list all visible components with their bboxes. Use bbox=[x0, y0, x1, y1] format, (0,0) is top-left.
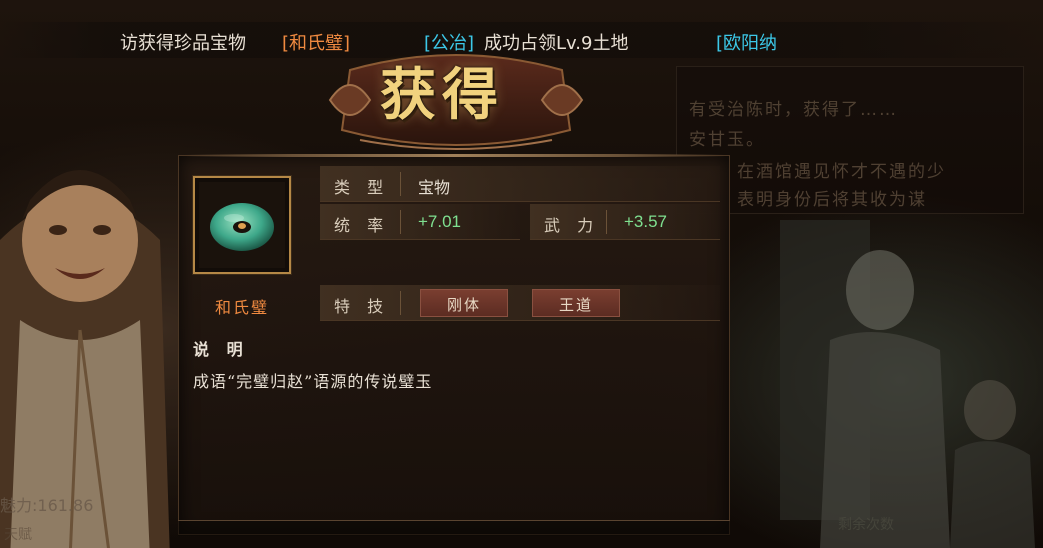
skill-badge[interactable]: 刚体 bbox=[420, 289, 508, 317]
jade-disc-icon bbox=[199, 182, 285, 268]
marquee-player-name: [欧阳纳 bbox=[716, 33, 778, 54]
reward-title: 获得 bbox=[380, 62, 504, 128]
force-label: 武 力 bbox=[544, 216, 600, 235]
soldier-character-figure bbox=[780, 220, 1035, 548]
description-text: 成语“完璧归赵”语源的传说璧玉 bbox=[193, 372, 433, 391]
advisor-character-portrait bbox=[0, 170, 170, 548]
force-value: +3.57 bbox=[624, 212, 668, 231]
item-icon-frame[interactable] bbox=[193, 176, 291, 274]
attribute-row-force: 武 力 +3.57 bbox=[530, 204, 720, 240]
background-dialog-line: 有受治陈时，获得了…… bbox=[689, 100, 898, 120]
command-value: +7.01 bbox=[418, 212, 462, 231]
background-dialog-line: 安甘玉。 bbox=[689, 130, 765, 150]
attribute-row-skills: 特 技 刚体 王道 bbox=[320, 285, 720, 321]
background-talent-label: 天赋 bbox=[4, 527, 32, 543]
marquee-text: 访获得珍品宝物 bbox=[120, 33, 246, 54]
background-remaining-count: 剩余次数 bbox=[838, 517, 894, 533]
type-label: 类 型 bbox=[334, 178, 390, 197]
attribute-row-command: 统 率 +7.01 bbox=[320, 204, 520, 240]
background-dialog-line: 表明身份后将其收为谋 bbox=[737, 190, 927, 210]
skill-badge[interactable]: 王道 bbox=[532, 289, 620, 317]
type-value: 宝物 bbox=[418, 178, 451, 197]
command-label: 统 率 bbox=[334, 216, 390, 235]
attribute-row-type: 类 型 宝物 bbox=[320, 166, 720, 202]
item-name-label: 和氏璧 bbox=[214, 298, 269, 317]
description-heading: 说 明 bbox=[193, 340, 249, 359]
skill-label: 特 技 bbox=[334, 297, 390, 316]
panel-bottom-edge bbox=[178, 520, 730, 536]
background-dialog-line: 在酒馆遇见怀才不遇的少 bbox=[737, 162, 946, 182]
background-charm-stat: 魅力:161.86 bbox=[0, 496, 94, 515]
